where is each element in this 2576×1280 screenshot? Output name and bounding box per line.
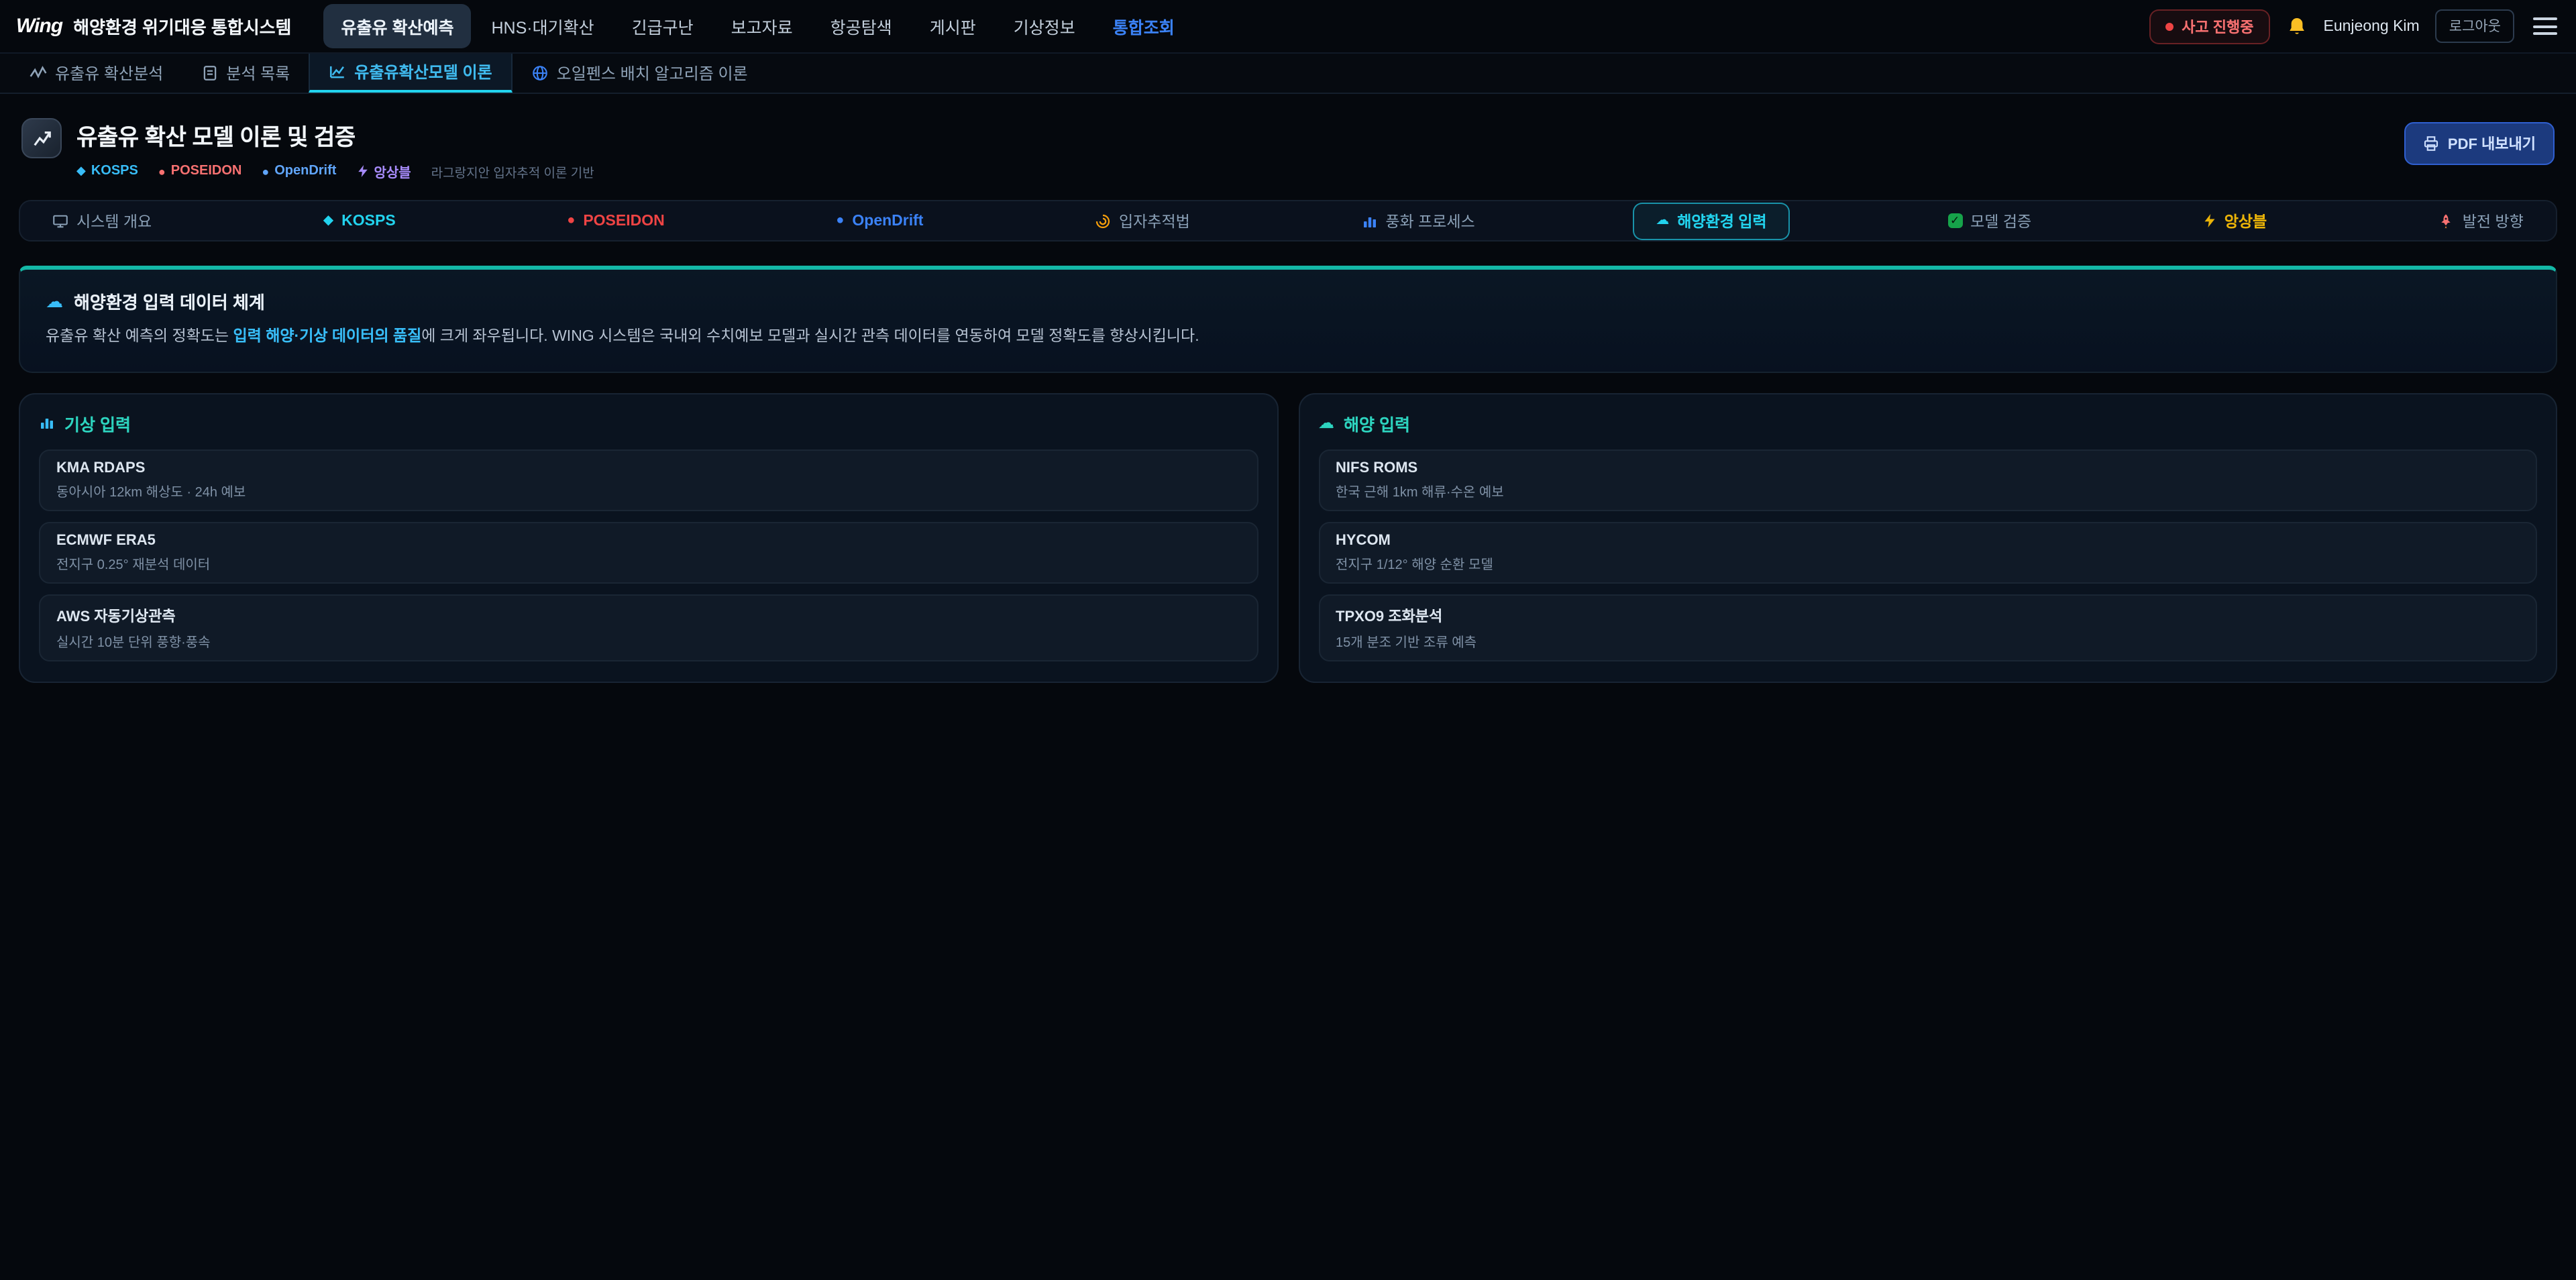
intro-card-text: 유출유 확산 예측의 정확도는 입력 해양·기상 데이터의 품질에 크게 좌우됩…	[46, 326, 2530, 350]
rocket-icon	[2438, 213, 2455, 229]
input-data-panels: 기상 입력 KMA RDAPS 동아시아 12km 해상도 · 24h 예보 E…	[19, 393, 2557, 683]
brand: Wing 해양환경 위기대응 통합시스템	[16, 13, 292, 39]
ocean-input-panel: ☁ 해양 입력 NIFS ROMS 한국 근해 1km 해류·수온 예보 HYC…	[1298, 393, 2557, 683]
user-name: Eunjeong Kim	[2324, 18, 2420, 34]
tab-diffusion-model-theory[interactable]: 유출유확산모델 이론	[309, 54, 512, 93]
intro-card-title: 해양환경 입력 데이터 체계	[74, 288, 265, 314]
dataset-item: NIFS ROMS 한국 근해 1km 해류·수온 예보	[1318, 449, 2537, 511]
weather-input-title: 기상 입력	[64, 411, 131, 436]
spiral-icon	[1095, 213, 1111, 229]
nav-item-reports[interactable]: 보고자료	[714, 4, 810, 48]
model-badges: ◆ KOSPS ● POSEIDON ● OpenDrift 앙상블	[76, 161, 594, 181]
dot-icon: ●	[567, 213, 575, 228]
app-root: Wing 해양환경 위기대응 통합시스템 유출유 확산예측 HNS·대기확산 긴…	[0, 0, 2576, 1280]
cloud-icon: ☁	[1318, 414, 1334, 433]
nav-item-emergency-rescue[interactable]: 긴급구난	[614, 4, 711, 48]
badge-poseidon: ● POSEIDON	[158, 164, 241, 178]
document-icon	[201, 64, 218, 82]
marine-input-intro-card: ☁ 해양환경 입력 데이터 체계 유출유 확산 예측의 정확도는 입력 해양·기…	[19, 266, 2557, 373]
bell-icon[interactable]	[2286, 15, 2308, 37]
nav-item-board[interactable]: 게시판	[912, 4, 994, 48]
top-navbar: Wing 해양환경 위기대응 통합시스템 유출유 확산예측 HNS·대기확산 긴…	[0, 0, 2576, 54]
diamond-icon: ◆	[323, 213, 333, 228]
dot-icon: ●	[158, 164, 166, 178]
nav-item-integrated-search[interactable]: 통합조회	[1095, 4, 1192, 48]
section-particle-tracking[interactable]: 입자추적법	[1081, 205, 1203, 237]
page-title: 유출유 확산 모델 이론 및 검증	[76, 118, 594, 152]
line-chart-icon	[329, 63, 346, 81]
globe-icon	[531, 64, 549, 82]
weather-input-panel: 기상 입력 KMA RDAPS 동아시아 12km 해상도 · 24h 예보 E…	[19, 393, 1278, 683]
weather-input-title-row: 기상 입력	[39, 411, 1258, 436]
nav-item-oil-spill-forecast[interactable]: 유출유 확산예측	[324, 4, 472, 48]
dataset-item: ECMWF ERA5 전지구 0.25° 재분석 데이터	[39, 522, 1258, 584]
section-kosps[interactable]: ◆ KOSPS	[310, 207, 409, 234]
logout-button[interactable]: 로그아웃	[2436, 9, 2514, 43]
section-marine-environment-input[interactable]: ☁ 해양환경 입력	[1633, 202, 1789, 239]
section-system-overview[interactable]: 시스템 개요	[39, 205, 165, 237]
cloud-icon: ☁	[1656, 213, 1669, 228]
badge-opendrift: ● OpenDrift	[262, 164, 336, 178]
pdf-export-button[interactable]: PDF 내보내기	[2405, 122, 2555, 165]
incident-status-badge[interactable]: 사고 진행중	[2149, 9, 2269, 44]
dataset-item: HYCOM 전지구 1/12° 해양 순환 모델	[1318, 522, 2537, 584]
nav-item-weather-info[interactable]: 기상정보	[996, 4, 1093, 48]
bar-chart-icon	[1361, 213, 1377, 229]
monitor-icon	[52, 213, 68, 229]
section-future-direction[interactable]: 발전 방향	[2425, 205, 2537, 237]
dataset-item: KMA RDAPS 동아시아 12km 해상도 · 24h 예보	[39, 449, 1258, 511]
lightning-icon	[2203, 213, 2216, 228]
dataset-item: TPXO9 조화분석 15개 분조 기반 조류 예측	[1318, 594, 2537, 661]
model-chart-icon	[32, 128, 52, 148]
intro-card-title-row: ☁ 해양환경 입력 데이터 체계	[46, 288, 2530, 314]
sub-tab-bar: 유출유 확산분석 분석 목록 유출유확산모델 이론 오일펜스 배치 알고리즘 이…	[0, 54, 2576, 94]
page-icon	[21, 118, 62, 158]
tab-spill-analysis[interactable]: 유출유 확산분석	[11, 54, 182, 93]
dot-icon: ●	[262, 164, 269, 178]
activity-chart-icon	[30, 64, 47, 82]
diamond-icon: ◆	[76, 164, 86, 178]
badge-kosps: ◆ KOSPS	[76, 164, 138, 178]
tab-analysis-list[interactable]: 분석 목록	[182, 54, 309, 93]
page-header: 유출유 확산 모델 이론 및 검증 ◆ KOSPS ● POSEIDON ● O…	[0, 94, 2576, 192]
intro-highlight: 입력 해양·기상 데이터의 품질	[233, 329, 422, 345]
theory-note: 라그랑지안 입자추적 이론 기반	[431, 162, 594, 180]
topbar-right: 사고 진행중 Eunjeong Kim 로그아웃	[2149, 9, 2560, 44]
dataset-item: AWS 자동기상관측 실시간 10분 단위 풍향·풍속	[39, 594, 1258, 661]
lightning-icon	[356, 164, 368, 178]
nav-item-aerial-search[interactable]: 항공탐색	[813, 4, 910, 48]
section-nav-strip: 시스템 개요 ◆ KOSPS ● POSEIDON ● OpenDrift 입자…	[19, 200, 2557, 242]
section-model-validation[interactable]: ✓ 모델 검증	[1934, 205, 2045, 237]
ocean-input-title: 해양 입력	[1344, 411, 1410, 436]
main-nav: 유출유 확산예측 HNS·대기확산 긴급구난 보고자료 항공탐색 게시판 기상정…	[324, 4, 1192, 48]
app-title: 해양환경 위기대응 통합시스템	[73, 13, 291, 39]
badge-ensemble: 앙상블	[356, 161, 411, 181]
section-poseidon[interactable]: ● POSEIDON	[553, 207, 678, 234]
section-opendrift[interactable]: ● OpenDrift	[822, 207, 936, 234]
tab-oil-fence-algorithm-theory[interactable]: 오일펜스 배치 알고리즘 이론	[513, 54, 767, 93]
printer-icon	[2424, 136, 2440, 152]
incident-dot-icon	[2165, 22, 2174, 30]
ocean-input-title-row: ☁ 해양 입력	[1318, 411, 2537, 436]
incident-label: 사고 진행중	[2182, 15, 2253, 37]
section-ensemble[interactable]: 앙상블	[2190, 205, 2281, 237]
dot-icon: ●	[836, 213, 844, 228]
wing-logo: Wing	[16, 15, 62, 38]
hamburger-menu-icon[interactable]	[2530, 12, 2560, 40]
section-weathering-process[interactable]: 풍화 프로세스	[1348, 205, 1488, 237]
cloud-icon: ☁	[46, 290, 63, 312]
nav-item-hns-atmospheric[interactable]: HNS·대기확산	[474, 4, 611, 48]
check-icon: ✓	[1947, 213, 1962, 228]
bar-chart-icon	[39, 415, 55, 431]
